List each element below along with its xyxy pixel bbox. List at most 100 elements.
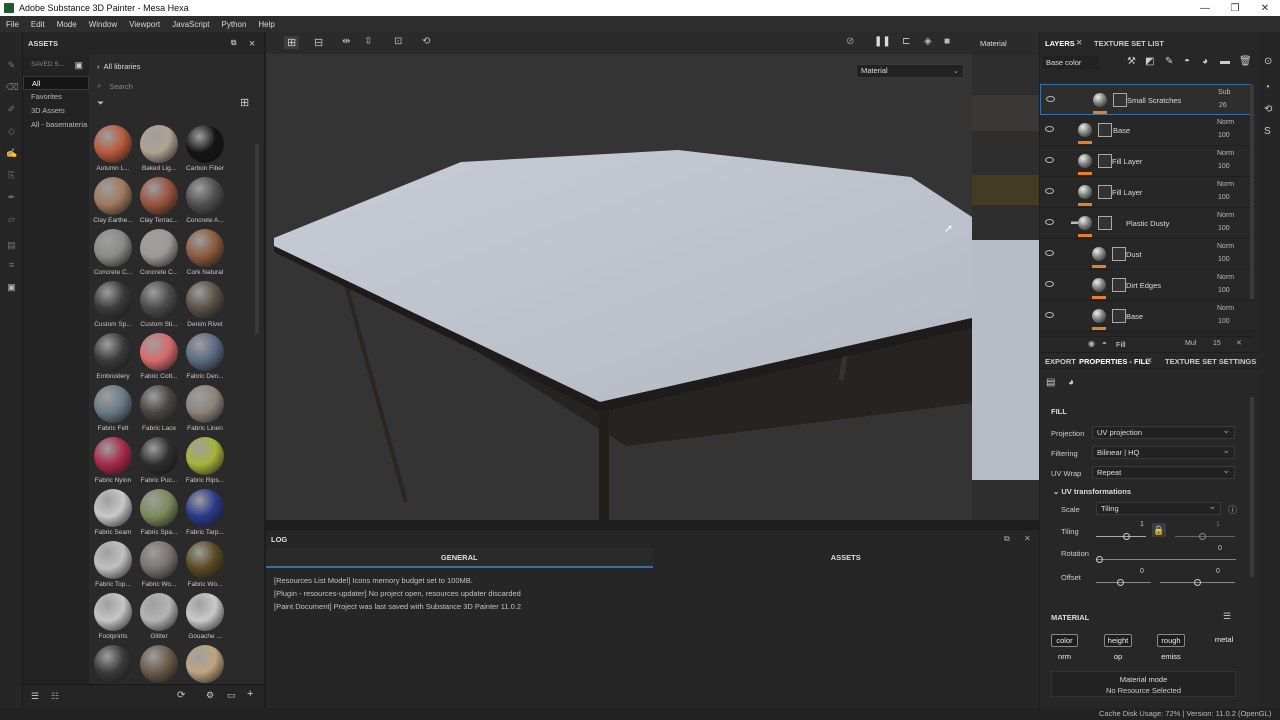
blend-mode[interactable]: Norm [1217, 212, 1234, 219]
library-item[interactable]: Favorites [23, 90, 89, 104]
maximize-button[interactable]: ❐ [1220, 0, 1250, 16]
saved-search[interactable]: SAVED S... ▣ [23, 54, 89, 76]
asset-thumbnail[interactable]: Fabric Top... [90, 541, 136, 593]
bake-icon[interactable]: ▤ [6, 240, 17, 251]
layers-tool-icon[interactable]: ▣ [6, 282, 17, 293]
asset-thumbnail[interactable]: Fabric Lace [136, 385, 182, 437]
eye-icon[interactable] [1045, 281, 1054, 287]
tab-layers[interactable]: LAYERS [1045, 39, 1075, 48]
viewport-3d[interactable]: ⊞ ⊟ ⇹ ⇳ ⊡ ⟲ ⊘ ❚❚ ⊏ ◈ ■ Material ⌄ ➚ [266, 32, 972, 520]
refresh-icon[interactable]: ⟳ [177, 690, 185, 701]
blend-mode[interactable]: Norm [1217, 305, 1234, 312]
layer-row[interactable]: Dust Norm 100 [1040, 239, 1254, 270]
asset-thumbnail[interactable]: Concrete A... [182, 177, 228, 229]
layer-row[interactable]: Fill Layer Norm 100 [1040, 177, 1254, 208]
asset-thumbnail[interactable]: Fabric Felt [90, 385, 136, 437]
tiling-slider[interactable] [1096, 536, 1146, 537]
channel-metal[interactable]: metal [1210, 634, 1238, 647]
material-mode-box[interactable]: Material mode No Resource Selected [1051, 671, 1236, 697]
asset-thumbnail[interactable]: Concrete C... [136, 229, 182, 281]
folder-icon[interactable]: ▬ [1220, 56, 1230, 67]
asset-thumbnail[interactable]: Fabric Wo... [182, 541, 228, 593]
layer-row[interactable]: Small Scratches Sub 26 [1040, 84, 1254, 115]
paint-brush-icon[interactable]: ✎ [6, 60, 17, 71]
asset-thumbnail[interactable]: Clay Terrac... [136, 177, 182, 229]
asset-thumbnail[interactable]: Embroidery [90, 333, 136, 385]
channel-height[interactable]: height [1104, 634, 1132, 647]
clone-icon[interactable]: ⎘ [6, 170, 17, 181]
save-icon[interactable]: ▣ [74, 54, 83, 76]
close-icon[interactable]: ✕ [249, 39, 255, 48]
opacity[interactable]: 100 [1218, 163, 1230, 170]
projection-dropdown[interactable]: UV projection [1092, 425, 1235, 439]
tab-general[interactable]: GENERAL [266, 548, 653, 568]
blend-mode[interactable]: Norm [1217, 274, 1234, 281]
uvwrap-dropdown[interactable]: Repeat [1092, 465, 1235, 479]
layer-row[interactable]: Base Norm 100 [1040, 115, 1254, 146]
slider-handle[interactable] [1199, 533, 1206, 540]
opacity[interactable]: 26 [1219, 102, 1227, 109]
menu-javascript[interactable]: JavaScript [166, 20, 215, 29]
eye-icon[interactable] [1045, 126, 1054, 132]
eye-icon[interactable] [1045, 312, 1054, 318]
menu-edit[interactable]: Edit [25, 20, 51, 29]
history-icon[interactable]: ⟲ [1264, 104, 1272, 115]
layer-row[interactable]: Dirt Edges Norm 100 [1040, 270, 1254, 301]
asset-thumbnail[interactable]: Footprints [90, 593, 136, 645]
layer-row[interactable]: Fill Layer Norm 100 [1040, 146, 1254, 177]
brush-icon[interactable]: ✎ [1165, 56, 1173, 67]
eye-icon[interactable] [1045, 188, 1054, 194]
scrollbar[interactable] [1250, 84, 1254, 299]
tab-export[interactable]: EXPORT [1045, 357, 1076, 366]
close-icon[interactable]: ✕ [1236, 339, 1242, 347]
asset-thumbnail[interactable]: Glitter [136, 593, 182, 645]
channel-rough[interactable]: rough [1157, 634, 1185, 647]
eraser-icon[interactable]: ⌫ [6, 82, 19, 93]
slider-handle[interactable] [1123, 533, 1130, 540]
scale-dropdown[interactable]: Tiling [1096, 501, 1221, 515]
opacity[interactable]: 100 [1218, 132, 1230, 139]
asset-thumbnail[interactable]: Fabric Tarp... [182, 489, 228, 541]
asset-thumbnail[interactable]: Custom Sp... [90, 281, 136, 333]
list-view-icon[interactable]: ☰ [31, 691, 39, 702]
asset-thumbnail[interactable]: Custom Sti... [136, 281, 182, 333]
blend-mode[interactable]: Norm [1217, 181, 1234, 188]
close-icon[interactable]: ✕ [1146, 356, 1152, 365]
search-input[interactable]: Search [109, 82, 133, 91]
color-tab-icon[interactable]: ◕ [1068, 377, 1074, 388]
smudge-icon[interactable]: ✍ [6, 148, 17, 159]
minimize-button[interactable]: — [1190, 0, 1220, 16]
rotation-slider[interactable] [1096, 559, 1236, 560]
mask-icon[interactable]: ◩ [1145, 56, 1154, 67]
search-field[interactable]: ⌕ Search [97, 80, 257, 92]
asset-thumbnail[interactable]: Autumn L... [90, 125, 136, 177]
asset-thumbnail[interactable]: Concrete C... [90, 229, 136, 281]
lock-icon[interactable]: 🔒 [1152, 523, 1166, 537]
library-item[interactable]: All - basemateria [23, 118, 89, 132]
close-icon[interactable]: ✕ [1076, 38, 1082, 47]
eye-icon[interactable] [1046, 96, 1055, 102]
opacity[interactable]: 100 [1218, 194, 1230, 201]
channel-emiss[interactable]: emiss [1157, 651, 1185, 664]
asset-thumbnail[interactable]: Fabric Rips... [182, 437, 228, 489]
color-picker-icon[interactable]: ✒ [6, 192, 17, 203]
filtering-dropdown[interactable]: Bilinear | HQ [1092, 445, 1235, 459]
tab-texture-set-list[interactable]: TEXTURE SET LIST [1094, 39, 1164, 48]
asset-thumbnail[interactable]: Fabric Wo... [136, 541, 182, 593]
projection-icon[interactable]: ✐ [6, 104, 17, 115]
slider-handle[interactable] [1194, 579, 1201, 586]
slider-handle[interactable] [1117, 579, 1124, 586]
asset-thumbnail[interactable]: Fabric Puc... [136, 437, 182, 489]
channel-dropdown[interactable]: Base color [1043, 56, 1099, 69]
asset-thumbnail[interactable]: Fabric Nylon [90, 437, 136, 489]
camera-icon[interactable]: ⊙ [1264, 56, 1272, 67]
grid-view-icon[interactable]: ⊞ [240, 96, 249, 109]
slider-handle[interactable] [1096, 556, 1103, 563]
layer-row[interactable]: Base Norm 100 [1040, 301, 1254, 332]
asset-thumbnail[interactable]: Baked Lig... [136, 125, 182, 177]
asset-thumbnail[interactable]: Fabric Cott... [136, 333, 182, 385]
asset-thumbnail[interactable]: Denim Rivet [182, 281, 228, 333]
tab-assets[interactable]: ASSETS [653, 548, 1040, 568]
blend-mode[interactable]: Norm [1217, 243, 1234, 250]
asset-thumbnail[interactable]: Fabric Linen [182, 385, 228, 437]
